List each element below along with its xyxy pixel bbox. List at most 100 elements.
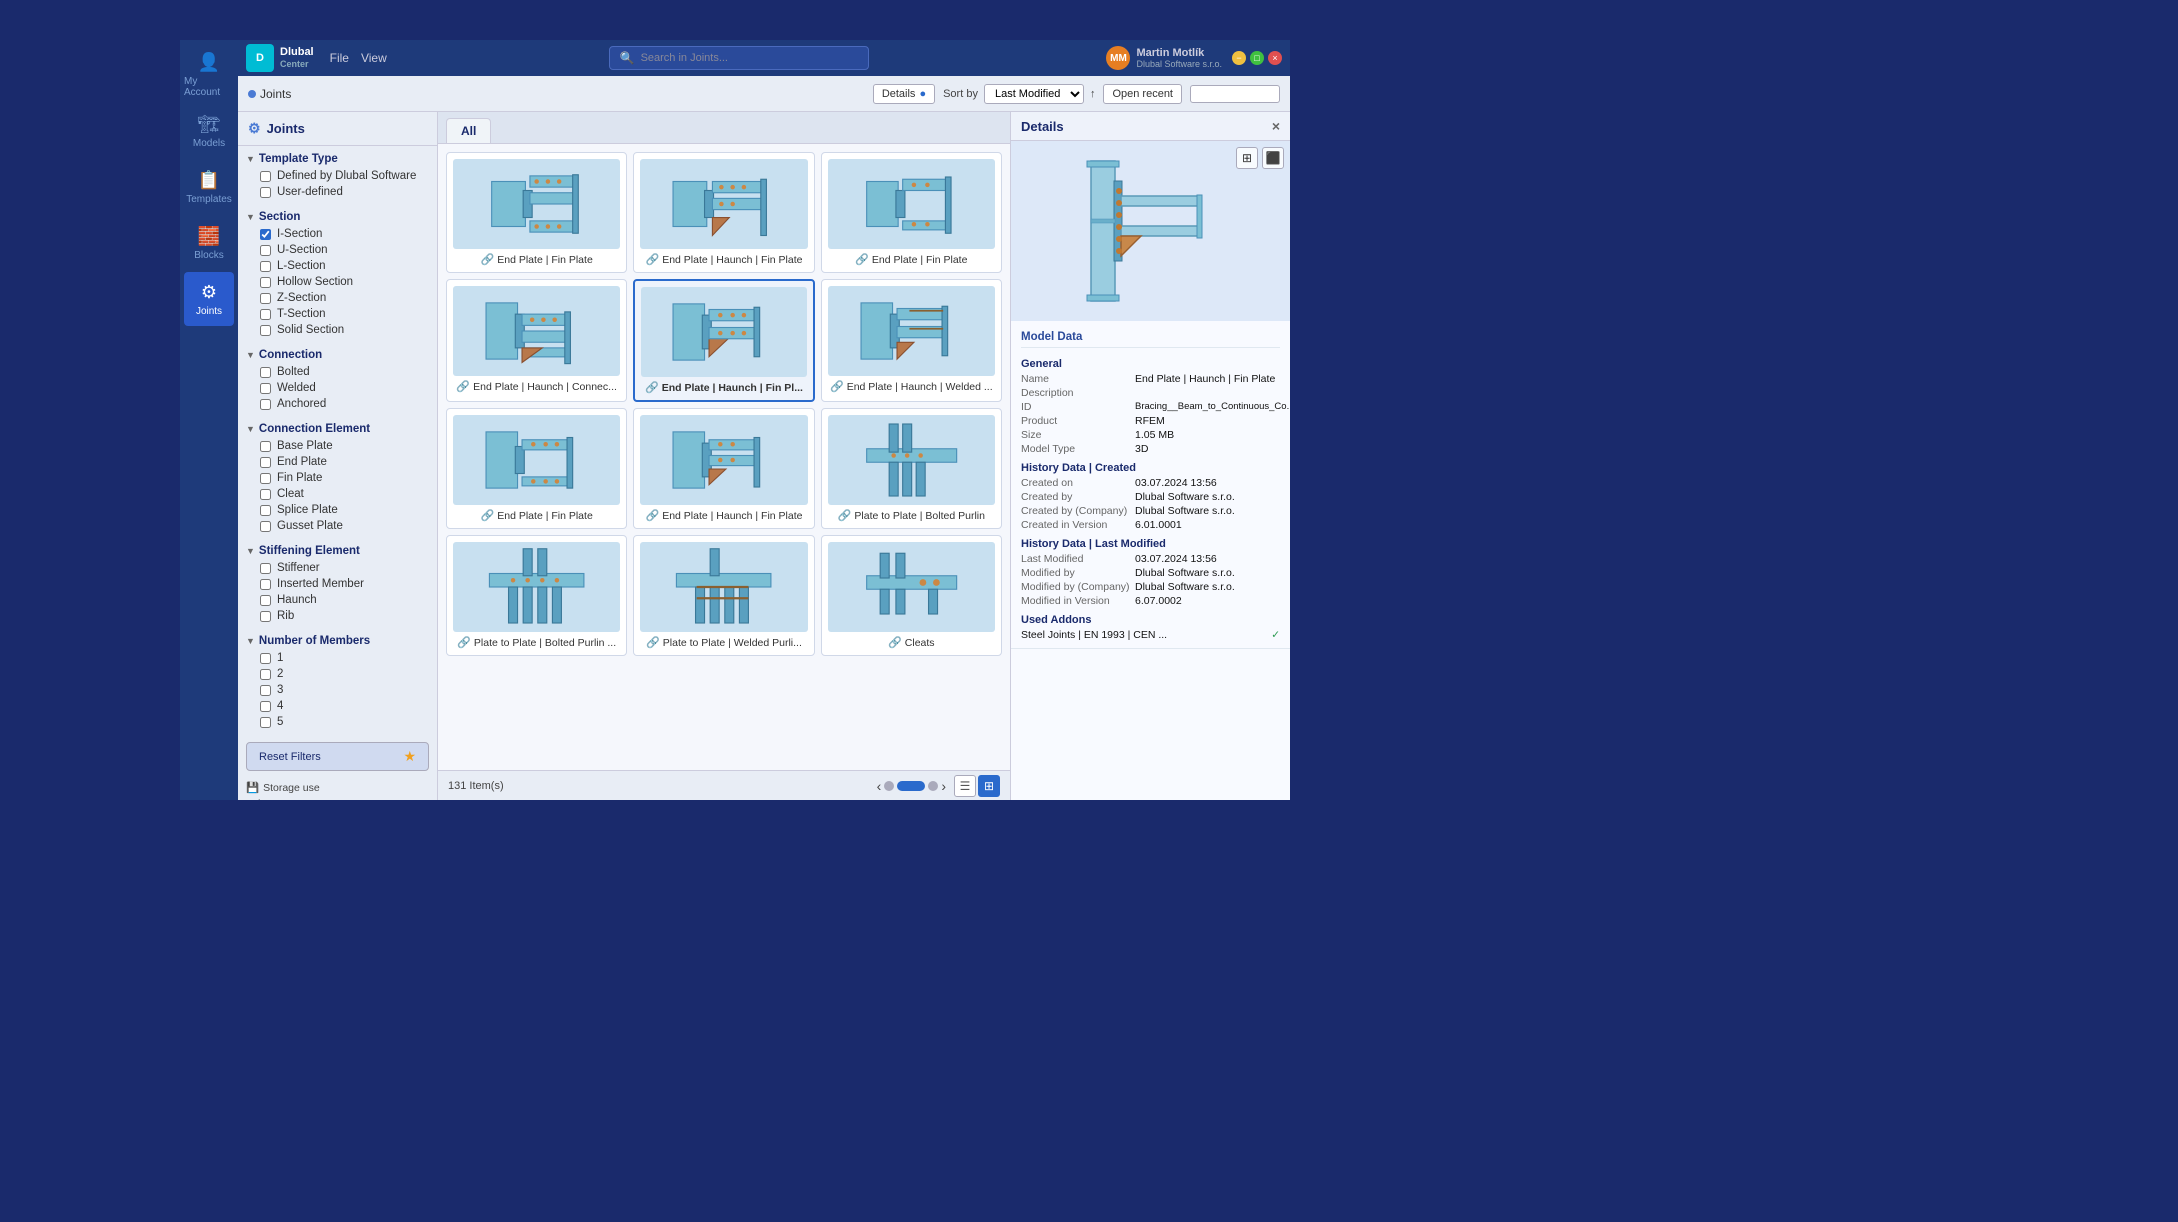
- checkbox-gusset-plate[interactable]: [260, 521, 271, 532]
- grid-item-6[interactable]: 🔗 End Plate | Haunch | Welded ...: [821, 279, 1002, 402]
- checkbox-base-plate[interactable]: [260, 441, 271, 452]
- nav-item-blocks[interactable]: 🧱 Blocks: [184, 216, 234, 270]
- grid-item-3[interactable]: 🔗 End Plate | Fin Plate: [821, 152, 1002, 273]
- filter-item-haunch[interactable]: Haunch: [238, 592, 437, 608]
- checkbox-hollow-section[interactable]: [260, 277, 271, 288]
- checkbox-z-section[interactable]: [260, 293, 271, 304]
- details-button[interactable]: Details ●: [873, 84, 935, 104]
- minimize-button[interactable]: −: [1232, 51, 1246, 65]
- checkbox-splice-plate[interactable]: [260, 505, 271, 516]
- filter-item-stiffener[interactable]: Stiffener: [238, 560, 437, 576]
- filter-group-template-type[interactable]: ▼ Template Type: [238, 150, 437, 168]
- reset-filters-button[interactable]: Reset Filters ★: [246, 742, 429, 771]
- checkbox-user-defined[interactable]: [260, 187, 271, 198]
- preview-2d-button[interactable]: ⊞: [1236, 147, 1258, 169]
- checkbox-welded[interactable]: [260, 383, 271, 394]
- checkbox-cleat[interactable]: [260, 489, 271, 500]
- checkbox-bolted[interactable]: [260, 367, 271, 378]
- filter-item-hollow-section[interactable]: Hollow Section: [238, 274, 437, 290]
- details-close-button[interactable]: ×: [1272, 118, 1280, 134]
- filter-item-solid-section[interactable]: Solid Section: [238, 322, 437, 338]
- grid-item-7[interactable]: 🔗 End Plate | Fin Plate: [446, 408, 627, 529]
- filter-item-welded[interactable]: Welded: [238, 380, 437, 396]
- preview-3d-button[interactable]: ⬛: [1262, 147, 1284, 169]
- grid-item-12[interactable]: 🔗 Cleats: [821, 535, 1002, 656]
- grid-item-10[interactable]: 🔗 Plate to Plate | Bolted Purlin ...: [446, 535, 627, 656]
- checkbox-stiffener[interactable]: [260, 563, 271, 574]
- filter-item-anchored[interactable]: Anchored: [238, 396, 437, 412]
- checkbox-rib[interactable]: [260, 611, 271, 622]
- filter-item-base-plate[interactable]: Base Plate: [238, 438, 437, 454]
- filter-item-i-section[interactable]: I-Section: [238, 226, 437, 242]
- maximize-button[interactable]: □: [1250, 51, 1264, 65]
- menu-file[interactable]: File: [330, 51, 349, 65]
- filter-item-z-section[interactable]: Z-Section: [238, 290, 437, 306]
- open-recent-input[interactable]: [1190, 85, 1280, 103]
- checkbox-members-5[interactable]: [260, 717, 271, 728]
- page-dot-1[interactable]: [884, 781, 894, 791]
- checkbox-u-section[interactable]: [260, 245, 271, 256]
- filter-item-splice-plate[interactable]: Splice Plate: [238, 502, 437, 518]
- sort-direction-icon[interactable]: ↑: [1090, 88, 1096, 100]
- sort-select[interactable]: Last Modified Name Size Created: [984, 84, 1084, 104]
- grid-item-4[interactable]: 🔗 End Plate | Haunch | Connec...: [446, 279, 627, 402]
- menu-view[interactable]: View: [361, 51, 387, 65]
- nav-item-templates[interactable]: 📋 Templates: [184, 160, 234, 214]
- next-page-btn[interactable]: ›: [941, 778, 946, 794]
- grid-item-8[interactable]: 🔗 End Plate | Haunch | Fin Plate: [633, 408, 814, 529]
- search-bar[interactable]: 🔍 Search in Joints...: [609, 46, 869, 70]
- filter-item-bolted[interactable]: Bolted: [238, 364, 437, 380]
- grid-item-1[interactable]: 🔗 End Plate | Fin Plate: [446, 152, 627, 273]
- grid-item-9[interactable]: 🔗 Plate to Plate | Bolted Purlin: [821, 408, 1002, 529]
- grid-item-2[interactable]: 🔗 End Plate | Haunch | Fin Plate: [633, 152, 814, 273]
- checkbox-members-1[interactable]: [260, 653, 271, 664]
- filter-item-members-1[interactable]: 1: [238, 650, 437, 666]
- grid-item-5[interactable]: 🔗 End Plate | Haunch | Fin Pl...: [633, 279, 814, 402]
- filter-item-members-2[interactable]: 2: [238, 666, 437, 682]
- checkbox-end-plate[interactable]: [260, 457, 271, 468]
- filter-item-members-3[interactable]: 3: [238, 682, 437, 698]
- filter-item-l-section[interactable]: L-Section: [238, 258, 437, 274]
- checkbox-haunch[interactable]: [260, 595, 271, 606]
- open-recent-button[interactable]: Open recent: [1103, 84, 1182, 104]
- page-dot-active[interactable]: [897, 781, 925, 791]
- grid-view-button[interactable]: ⊞: [978, 775, 1000, 797]
- filter-item-end-plate[interactable]: End Plate: [238, 454, 437, 470]
- filter-item-defined-by-dlubal[interactable]: Defined by Dlubal Software: [238, 168, 437, 184]
- checkbox-t-section[interactable]: [260, 309, 271, 320]
- checkbox-anchored[interactable]: [260, 399, 271, 410]
- filter-item-u-section[interactable]: U-Section: [238, 242, 437, 258]
- checkbox-members-2[interactable]: [260, 669, 271, 680]
- filter-group-section[interactable]: ▼ Section: [238, 208, 437, 226]
- checkbox-members-3[interactable]: [260, 685, 271, 696]
- prev-page-btn[interactable]: ‹: [877, 778, 882, 794]
- filter-item-members-5[interactable]: 5: [238, 714, 437, 730]
- checkbox-defined-by-dlubal[interactable]: [260, 171, 271, 182]
- filter-item-inserted-member[interactable]: Inserted Member: [238, 576, 437, 592]
- filter-item-members-4[interactable]: 4: [238, 698, 437, 714]
- checkbox-l-section[interactable]: [260, 261, 271, 272]
- checkbox-solid-section[interactable]: [260, 325, 271, 336]
- checkbox-fin-plate[interactable]: [260, 473, 271, 484]
- tab-all[interactable]: All: [446, 118, 491, 143]
- filter-item-gusset-plate[interactable]: Gusset Plate: [238, 518, 437, 534]
- checkbox-inserted-member[interactable]: [260, 579, 271, 590]
- filter-item-t-section[interactable]: T-Section: [238, 306, 437, 322]
- filter-group-stiffening-element[interactable]: ▼ Stiffening Element: [238, 542, 437, 560]
- filter-group-connection[interactable]: ▼ Connection: [238, 346, 437, 364]
- nav-item-models[interactable]: 🏗 Models: [184, 104, 234, 158]
- close-button[interactable]: ×: [1268, 51, 1282, 65]
- filter-item-fin-plate[interactable]: Fin Plate: [238, 470, 437, 486]
- filter-item-user-defined[interactable]: User-defined: [238, 184, 437, 200]
- checkbox-i-section[interactable]: [260, 229, 271, 240]
- nav-item-my-account[interactable]: 👤 My Account: [184, 48, 234, 102]
- filter-group-connection-element[interactable]: ▼ Connection Element: [238, 420, 437, 438]
- checkbox-members-4[interactable]: [260, 701, 271, 712]
- filter-group-number-of-members[interactable]: ▼ Number of Members: [238, 632, 437, 650]
- filter-item-cleat[interactable]: Cleat: [238, 486, 437, 502]
- list-view-button[interactable]: ☰: [954, 775, 976, 797]
- nav-item-joints[interactable]: ⚙ Joints: [184, 272, 234, 326]
- grid-item-11[interactable]: 🔗 Plate to Plate | Welded Purli...: [633, 535, 814, 656]
- filter-item-rib[interactable]: Rib: [238, 608, 437, 624]
- page-dot-3[interactable]: [928, 781, 938, 791]
